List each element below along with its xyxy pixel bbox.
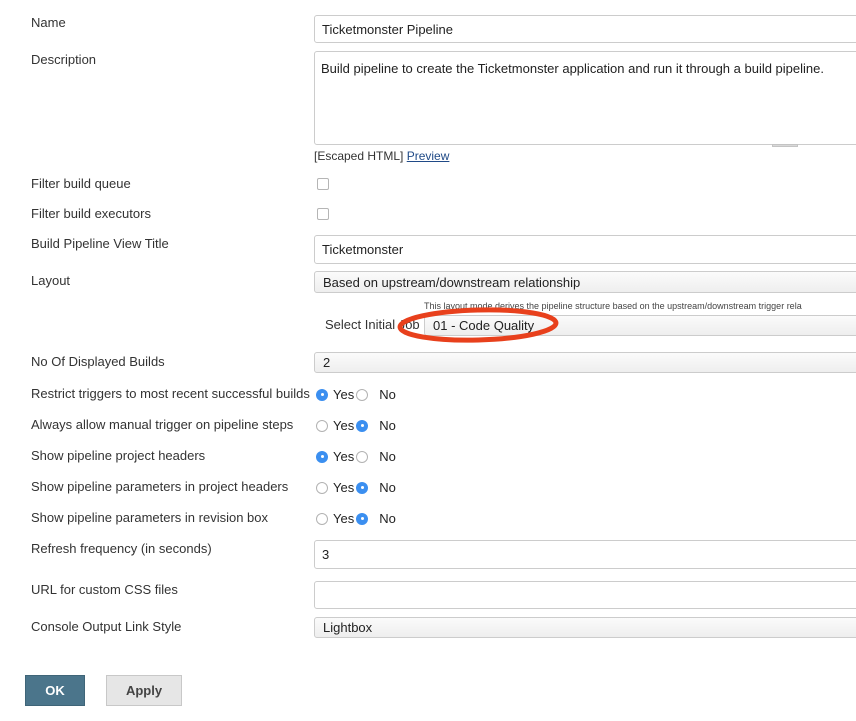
filter-build-executors-checkbox[interactable] [317,208,329,220]
project-headers-yes-radio[interactable] [316,450,328,463]
radio-no-label: No [379,511,396,526]
filter-build-executors-label: Filter build executors [31,206,151,221]
textarea-resize-handle[interactable] [772,144,798,147]
params-project-headers-radio-group: Yes No [316,480,398,495]
project-headers-label: Show pipeline project headers [31,448,206,463]
displayed-builds-select[interactable]: 2 [314,352,856,373]
radio-no-label: No [379,449,396,464]
params-revision-box-radio-group: Yes No [316,511,398,526]
params-project-headers-label: Show pipeline parameters in project head… [31,479,289,494]
refresh-frequency-input[interactable]: 3 [314,540,856,569]
restrict-triggers-label: Restrict triggers to most recent success… [31,386,310,401]
radio-no-label: No [379,480,396,495]
name-label: Name [31,15,66,30]
escaped-html-note: [Escaped HTML] Preview [314,149,449,163]
restrict-triggers-yes-radio[interactable] [316,388,328,401]
displayed-builds-select-value: 2 [323,355,331,370]
console-link-style-select[interactable]: Lightbox [314,617,856,638]
layout-select-value: Based on upstream/downstream relationshi… [323,274,581,290]
layout-select[interactable]: Based on upstream/downstream relationshi… [314,271,856,293]
radio-no-label: No [379,418,396,433]
name-input[interactable]: Ticketmonster Pipeline [314,15,856,43]
description-textarea-value: Build pipeline to create the Ticketmonst… [321,61,824,76]
description-textarea[interactable]: Build pipeline to create the Ticketmonst… [314,51,856,145]
ok-button[interactable]: OK [25,675,85,706]
manual-trigger-label: Always allow manual trigger on pipeline … [31,417,294,432]
project-headers-no-radio[interactable] [356,450,369,463]
annotation-ellipse [397,307,559,343]
custom-css-input[interactable] [314,581,856,609]
restrict-triggers-no-radio[interactable] [356,388,369,401]
restrict-triggers-radio-group: Yes No [316,387,398,402]
description-label: Description [31,52,97,67]
apply-button[interactable]: Apply [106,675,182,706]
refresh-frequency-label: Refresh frequency (in seconds) [31,541,212,556]
radio-yes-label: Yes [333,449,355,464]
radio-yes-label: Yes [333,418,355,433]
radio-yes-label: Yes [333,480,355,495]
filter-build-queue-label: Filter build queue [31,176,131,191]
radio-yes-label: Yes [333,387,355,402]
params-project-headers-no-radio[interactable] [356,481,369,494]
manual-trigger-no-radio[interactable] [356,419,369,432]
params-project-headers-yes-radio[interactable] [316,481,328,494]
name-input-value: Ticketmonster Pipeline [322,21,454,37]
project-headers-radio-group: Yes No [316,449,398,464]
params-revision-box-yes-radio[interactable] [316,512,328,525]
console-link-style-select-value: Lightbox [323,620,373,635]
preview-link[interactable]: Preview [407,149,450,163]
filter-build-queue-checkbox[interactable] [317,178,329,190]
params-revision-box-no-radio[interactable] [356,512,369,525]
radio-no-label: No [379,387,396,402]
manual-trigger-yes-radio[interactable] [316,419,328,432]
displayed-builds-label: No Of Displayed Builds [31,354,165,369]
layout-label: Layout [31,273,71,288]
escaped-html-text: [Escaped HTML] [314,149,404,163]
custom-css-label: URL for custom CSS files [31,582,178,597]
console-link-style-label: Console Output Link Style [31,619,182,634]
params-revision-box-label: Show pipeline parameters in revision box [31,510,269,525]
view-title-input[interactable]: Ticketmonster [314,235,856,264]
radio-yes-label: Yes [333,511,355,526]
refresh-frequency-input-value: 3 [322,547,330,562]
view-title-label: Build Pipeline View Title [31,236,169,251]
manual-trigger-radio-group: Yes No [316,418,398,433]
view-title-input-value: Ticketmonster [322,242,404,257]
